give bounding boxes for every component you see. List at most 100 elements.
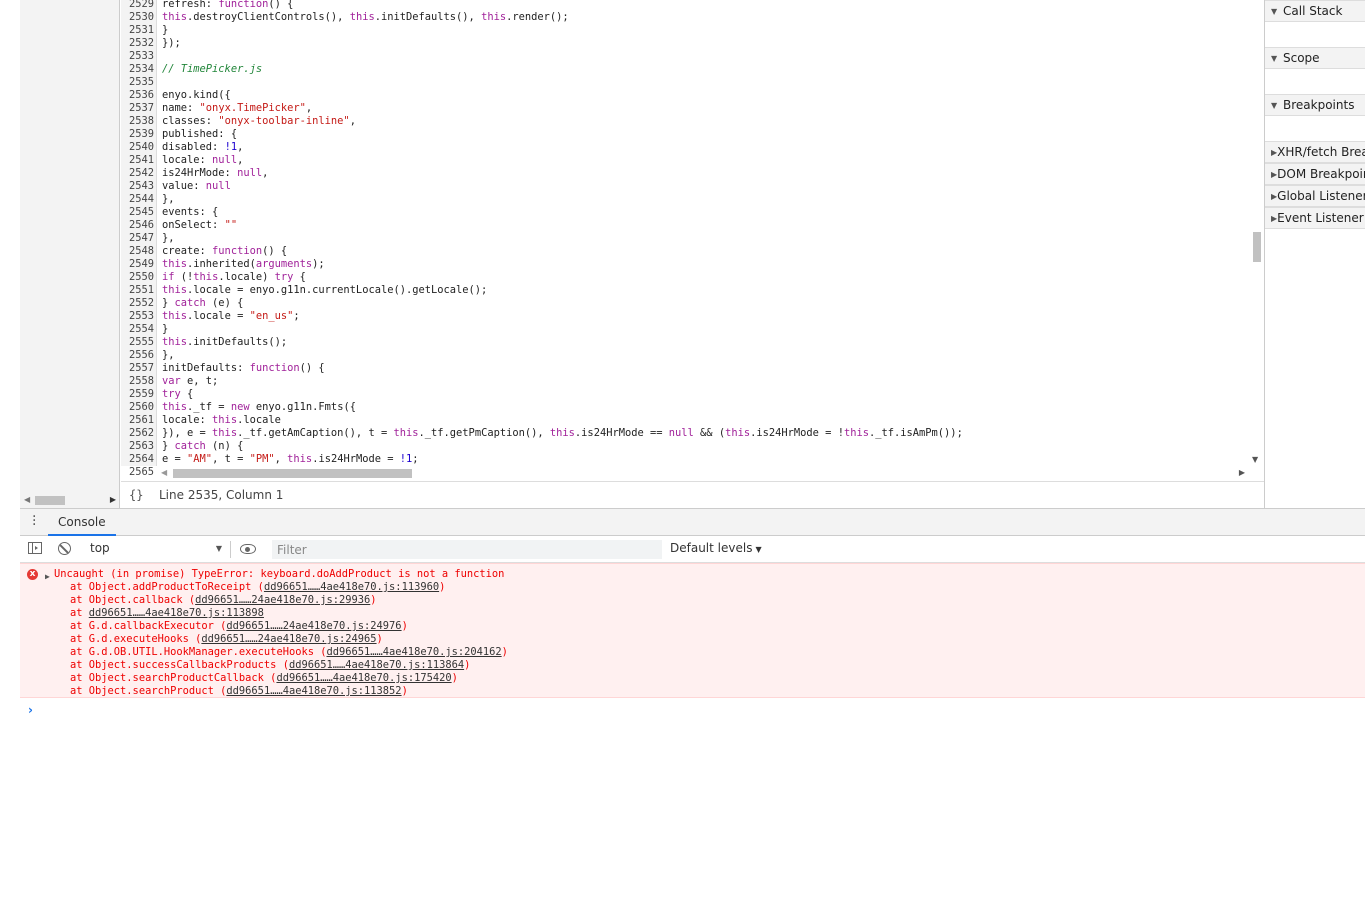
stack-frame-link[interactable]: dd96651……24ae418e70.js:24976	[226, 620, 401, 632]
code-text[interactable]: locale: null,	[154, 154, 243, 167]
code-line[interactable]: 2563} catch (n) {	[121, 440, 963, 453]
code-line[interactable]: 2535	[121, 76, 963, 89]
code-text[interactable]	[154, 76, 162, 89]
code-line[interactable]: 2542 is24HrMode: null,	[121, 167, 963, 180]
line-number[interactable]: 2560	[121, 401, 154, 414]
scroll-thumb[interactable]	[35, 496, 65, 505]
code-area[interactable]: 2529 refresh: function() {2530 this.destro…	[121, 0, 963, 479]
code-line[interactable]: 2559 try {	[121, 388, 963, 401]
line-number[interactable]: 2546	[121, 219, 154, 232]
code-text[interactable]: } catch (n) {	[154, 440, 243, 453]
code-text[interactable]: events: {	[154, 206, 218, 219]
scroll-right-icon[interactable]: ▶	[110, 495, 116, 504]
code-line[interactable]: 2534// TimePicker.js	[121, 63, 963, 76]
expand-triangle-icon[interactable]: ▶	[45, 570, 50, 583]
navigator-horizontal-scrollbar[interactable]: ◀ ▶	[20, 492, 120, 508]
tab-console[interactable]: Console	[48, 509, 116, 536]
context-selector[interactable]: top ▼	[90, 541, 222, 558]
stack-frame-link[interactable]: dd96651……4ae418e70.js:175420	[276, 672, 451, 684]
code-line[interactable]: 2529 refresh: function() {	[121, 0, 963, 11]
code-line[interactable]: 2551 this.locale = enyo.g11n.currentLocal…	[121, 284, 963, 297]
code-text[interactable]: locale: this.locale	[154, 414, 281, 427]
code-text[interactable]: } catch (e) {	[154, 297, 243, 310]
code-text[interactable]: e = "AM", t = "PM", this.is24HrMode = !1…	[154, 453, 419, 466]
line-number[interactable]: 2561	[121, 414, 154, 427]
line-number[interactable]: 2553	[121, 310, 154, 323]
sidebar-section-xhr-fetch-breakpoints[interactable]: ▶XHR/fetch Breakpoints	[1265, 141, 1365, 163]
code-text[interactable]: var e, t;	[154, 375, 218, 388]
scroll-thumb[interactable]	[1253, 232, 1261, 262]
code-line[interactable]: 2548 create: function() {	[121, 245, 963, 258]
scroll-thumb[interactable]	[173, 469, 412, 478]
line-number[interactable]: 2555	[121, 336, 154, 349]
code-text[interactable]: value: null	[154, 180, 231, 193]
sidebar-section-global-listeners[interactable]: ▶ Global Listeners	[1265, 185, 1365, 207]
scroll-left-icon[interactable]: ◀	[161, 468, 167, 477]
code-text[interactable]: published: {	[154, 128, 237, 141]
log-levels-dropdown[interactable]: Default levels ▼	[670, 541, 762, 555]
code-line[interactable]: 2544},	[121, 193, 963, 206]
line-number[interactable]: 2549	[121, 258, 154, 271]
code-text[interactable]: onSelect: ""	[154, 219, 237, 232]
code-line[interactable]: 2560 this._tf = new enyo.g11n.Fmts({	[121, 401, 963, 414]
code-line[interactable]: 2531}	[121, 24, 963, 37]
code-text[interactable]: this.inherited(arguments);	[154, 258, 325, 271]
sidebar-section-breakpoints[interactable]: ▼ Breakpoints	[1265, 94, 1365, 116]
line-number[interactable]: 2554	[121, 323, 154, 336]
code-line[interactable]: 2530 this.destroyClientControls(), this.i…	[121, 11, 963, 24]
line-number[interactable]: 2541	[121, 154, 154, 167]
editor-horizontal-scrollbar[interactable]: ◀ ▶	[157, 466, 1249, 481]
code-line[interactable]: 2552} catch (e) {	[121, 297, 963, 310]
code-line[interactable]: 2554}	[121, 323, 963, 336]
code-text[interactable]: initDefaults: function() {	[154, 362, 325, 375]
code-text[interactable]: this.initDefaults();	[154, 336, 287, 349]
line-number[interactable]: 2547	[121, 232, 154, 245]
code-text[interactable]: }	[154, 323, 168, 336]
code-line[interactable]: 2564 e = "AM", t = "PM", this.is24HrMode …	[121, 453, 963, 466]
code-line[interactable]: 2550 if (!this.locale) try {	[121, 271, 963, 284]
stack-frame-link[interactable]: dd96651……24ae418e70.js:24965	[201, 633, 376, 645]
code-text[interactable]: },	[154, 232, 175, 245]
line-number[interactable]: 2551	[121, 284, 154, 297]
line-number[interactable]: 2550	[121, 271, 154, 284]
code-text[interactable]: });	[154, 37, 181, 50]
code-text[interactable]: is24HrMode: null,	[154, 167, 268, 180]
line-number[interactable]: 2544	[121, 193, 154, 206]
code-line[interactable]: 2553 this.locale = "en_us";	[121, 310, 963, 323]
code-line[interactable]: 2543 value: null	[121, 180, 963, 193]
line-number[interactable]: 2564	[121, 453, 154, 466]
code-text[interactable]: this.locale = "en_us";	[154, 310, 300, 323]
code-line[interactable]: 2561 locale: this.locale	[121, 414, 963, 427]
line-number[interactable]: 2557	[121, 362, 154, 375]
code-text[interactable]: classes: "onyx-toolbar-inline",	[154, 115, 356, 128]
line-number[interactable]: 2563	[121, 440, 154, 453]
line-number[interactable]: 2532	[121, 37, 154, 50]
pretty-print-icon[interactable]: {}	[129, 488, 159, 502]
code-line[interactable]: 2532});	[121, 37, 963, 50]
code-text[interactable]	[154, 50, 162, 63]
stack-frame-link[interactable]: dd96651……4ae418e70.js:113852	[226, 685, 401, 697]
scroll-left-icon[interactable]: ◀	[24, 495, 30, 504]
code-text[interactable]: },	[154, 193, 175, 206]
stack-frame-link[interactable]: dd96651……4ae418e70.js:113898	[89, 607, 264, 619]
code-text[interactable]: this._tf = new enyo.g11n.Fmts({	[154, 401, 356, 414]
line-number[interactable]: 2533	[121, 50, 154, 63]
stack-frame-link[interactable]: dd96651……24ae418e70.js:29936	[195, 594, 370, 606]
code-line[interactable]: 2538 classes: "onyx-toolbar-inline",	[121, 115, 963, 128]
code-text[interactable]: }	[154, 24, 168, 37]
sidebar-section-scope[interactable]: ▼ Scope	[1265, 47, 1365, 69]
line-number[interactable]: 2538	[121, 115, 154, 128]
line-number[interactable]: 2542	[121, 167, 154, 180]
source-editor[interactable]: 2529 refresh: function() {2530 this.destro…	[121, 0, 1264, 481]
code-line[interactable]: 2541 locale: null,	[121, 154, 963, 167]
line-number[interactable]: 2539	[121, 128, 154, 141]
stack-frame-link[interactable]: dd96651……4ae418e70.js:113864	[289, 659, 464, 671]
code-line[interactable]: 2557 initDefaults: function() {	[121, 362, 963, 375]
sidebar-section-call-stack[interactable]: ▼ Call Stack	[1265, 0, 1365, 22]
line-number[interactable]: 2536	[121, 89, 154, 102]
line-number[interactable]: 2562	[121, 427, 154, 440]
code-text[interactable]: if (!this.locale) try {	[154, 271, 306, 284]
code-line[interactable]: 2549 this.inherited(arguments);	[121, 258, 963, 271]
code-line[interactable]: 2545 events: {	[121, 206, 963, 219]
line-number[interactable]: 2543	[121, 180, 154, 193]
